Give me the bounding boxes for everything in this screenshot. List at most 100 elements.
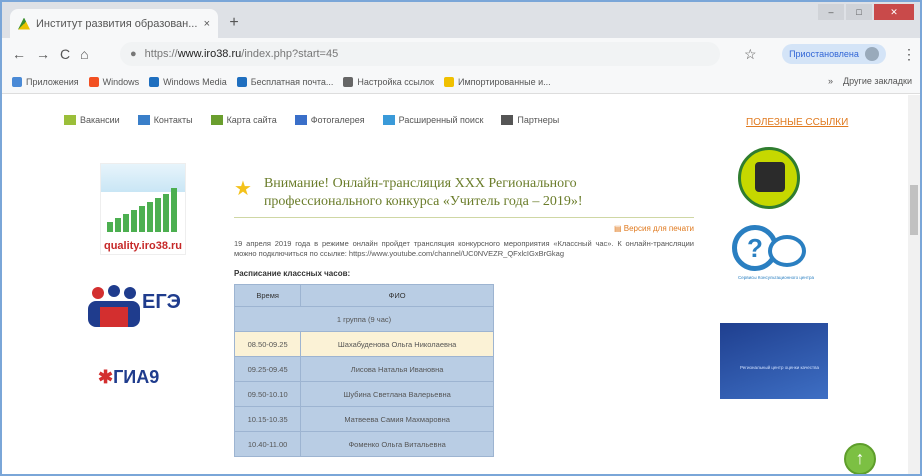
bookmark-item[interactable]: Windows Media	[149, 76, 227, 87]
ege-logo[interactable]: ЕГЭ	[84, 285, 194, 329]
announcement-body: 19 апреля 2019 года в режиме онлайн прой…	[234, 239, 694, 258]
minimize-button[interactable]: –	[818, 4, 844, 20]
site-nav-item[interactable]: Вакансии	[64, 115, 120, 125]
page-scrollbar[interactable]	[908, 95, 920, 474]
bookmark-label: Настройка ссылок	[357, 76, 434, 87]
forward-button[interactable]: →	[36, 46, 50, 62]
nav-label: Контакты	[153, 115, 193, 125]
bookmark-label: Бесплатная почта...	[250, 76, 334, 87]
reload-button[interactable]: C	[60, 46, 70, 62]
scrollbar-thumb[interactable]	[910, 185, 918, 235]
right-banner-emblem[interactable]	[738, 147, 800, 209]
gia-label: ГИА9	[113, 367, 160, 387]
consult-label: Сервисы Консультационного центра	[738, 275, 814, 280]
site-favicon-icon	[18, 17, 30, 30]
group-header: 1 группа (9 час)	[234, 306, 494, 332]
nav-label: Партнеры	[517, 115, 560, 125]
avatar	[864, 47, 879, 61]
column-header-time: Время	[233, 284, 302, 307]
announcement-header: ★ Внимание! Онлайн-трансляция XXX Регион…	[234, 175, 694, 211]
nav-icon	[294, 115, 307, 125]
address-bar[interactable]: ● https:// www.iro38.ru /index.php?start…	[120, 42, 720, 66]
tab-strip: Институт развития образован... × + – □ ✕	[2, 2, 920, 38]
nav-icon	[210, 115, 223, 125]
url-prefix: https://	[144, 48, 178, 60]
nav-label: Фотогалерея	[310, 115, 365, 125]
bookmark-item[interactable]: Приложения	[12, 76, 79, 87]
tab-close-icon[interactable]: ×	[204, 18, 210, 30]
rcok-banner[interactable]: Региональный центр оценки качества	[720, 323, 828, 399]
table-row: 10.40-11.00 Фоменко Ольга Витальевна	[233, 431, 494, 457]
web-page: Вакансии Контакты Карта сайта Фотогалерея Ра…	[2, 95, 908, 474]
table-row: 08.50-09.25 Шахабуденова Ольга Николаевна	[233, 331, 494, 357]
bookmark-star-icon[interactable]: ☆	[744, 46, 757, 63]
bookmark-icon	[236, 76, 247, 87]
print-label: Версия для печати	[623, 224, 694, 233]
browser-window: Институт развития образован... × + – □ ✕…	[0, 0, 922, 476]
tab-title: Институт развития образован...	[36, 17, 198, 30]
bookmark-icon	[88, 76, 99, 87]
bookmark-label: Приложения	[26, 76, 79, 87]
nav-label: Карта сайта	[226, 115, 277, 125]
lock-icon: ●	[130, 48, 137, 60]
time-cell: 09.25-09.45	[233, 356, 302, 382]
name-cell: Лисова Наталья Ивановна	[300, 356, 494, 382]
site-nav-item[interactable]: Контакты	[137, 115, 193, 125]
scroll-to-top-button[interactable]: ↑	[844, 443, 876, 474]
bookmark-label: Импортированные и...	[458, 76, 551, 87]
consult-center-logo[interactable]: ? Сервисы Консультационного центра	[732, 225, 814, 295]
gia-people-icon: ✱	[98, 367, 114, 387]
nav-icon	[382, 115, 395, 125]
useful-links-link[interactable]: ПОЛЕЗНЫЕ ССЫЛКИ	[746, 117, 848, 128]
schedule-table: Время ФИО 1 группа (9 час) 08.50-09.25 Ша…	[233, 284, 494, 457]
site-nav-item[interactable]: Партнеры	[501, 115, 559, 125]
ege-label: ЕГЭ	[142, 291, 181, 313]
emblem-building-icon	[755, 162, 785, 192]
bookmark-icon	[343, 76, 354, 87]
nav-label: Вакансии	[80, 115, 120, 125]
window-close-button[interactable]: ✕	[874, 4, 914, 20]
table-row: 09.50-10.10 Шубина Светлана Валерьевна	[233, 381, 494, 407]
other-bookmarks-label: Другие закладки	[843, 76, 912, 86]
banner-bars	[107, 182, 181, 232]
site-nav-item[interactable]: Расширенный поиск	[382, 115, 483, 125]
bookmark-item[interactable]: Windows	[88, 76, 140, 87]
profile-button[interactable]: Приостановлена	[782, 44, 886, 64]
profile-label: Приостановлена	[789, 49, 859, 59]
site-nav-item[interactable]: Карта сайта	[210, 115, 277, 125]
browser-menu-icon[interactable]: ⋮	[902, 46, 916, 63]
time-cell: 08.50-09.25	[233, 331, 302, 357]
ege-people-icon	[88, 285, 140, 327]
site-nav: Вакансии Контакты Карта сайта Фотогалерея Ра…	[64, 115, 559, 125]
url-path: /index.php?start=45	[241, 48, 339, 60]
browser-tab[interactable]: Институт развития образован... ×	[10, 9, 218, 38]
time-cell: 10.15-10.35	[233, 406, 302, 432]
quality-banner[interactable]: quality.iro38.ru	[100, 163, 186, 255]
back-button[interactable]: ←	[12, 46, 26, 62]
chevron-icon: »	[828, 76, 834, 86]
print-version-link[interactable]: ▤ Версия для печати	[234, 224, 694, 233]
time-cell: 09.50-10.10	[233, 381, 302, 407]
bookmark-label: Windows Media	[163, 76, 227, 87]
star-icon: ★	[234, 178, 252, 200]
bookmark-label: Windows	[102, 76, 140, 87]
name-cell: Шахабуденова Ольга Николаевна	[300, 331, 494, 357]
home-button[interactable]: ⌂	[80, 46, 88, 62]
window-controls: – □ ✕	[818, 4, 914, 20]
bookmark-icon	[12, 76, 22, 87]
other-bookmarks[interactable]: » Другие закладки	[828, 76, 912, 86]
name-cell: Фоменко Ольга Витальевна	[300, 431, 494, 457]
site-nav-item[interactable]: Фотогалерея	[294, 115, 365, 125]
bookmark-item[interactable]: Настройка ссылок	[343, 76, 434, 87]
maximize-button[interactable]: □	[846, 4, 872, 20]
time-cell: 10.40-11.00	[233, 431, 302, 457]
nav-icon	[64, 115, 76, 125]
new-tab-button[interactable]: +	[224, 14, 244, 34]
table-row: 10.15-10.35 Матвеева Самия Махмаровна	[233, 406, 494, 432]
chat-bubble-icon	[768, 235, 806, 267]
bookmark-item[interactable]: Бесплатная почта...	[236, 76, 334, 87]
bookmarks-bar: Приложения Windows Windows Media Бесплатная…	[2, 70, 920, 94]
name-cell: Шубина Светлана Валерьевна	[300, 381, 494, 407]
gia-logo[interactable]: ✱ГИА9	[98, 367, 159, 388]
bookmark-item[interactable]: Импортированные и...	[444, 76, 551, 87]
